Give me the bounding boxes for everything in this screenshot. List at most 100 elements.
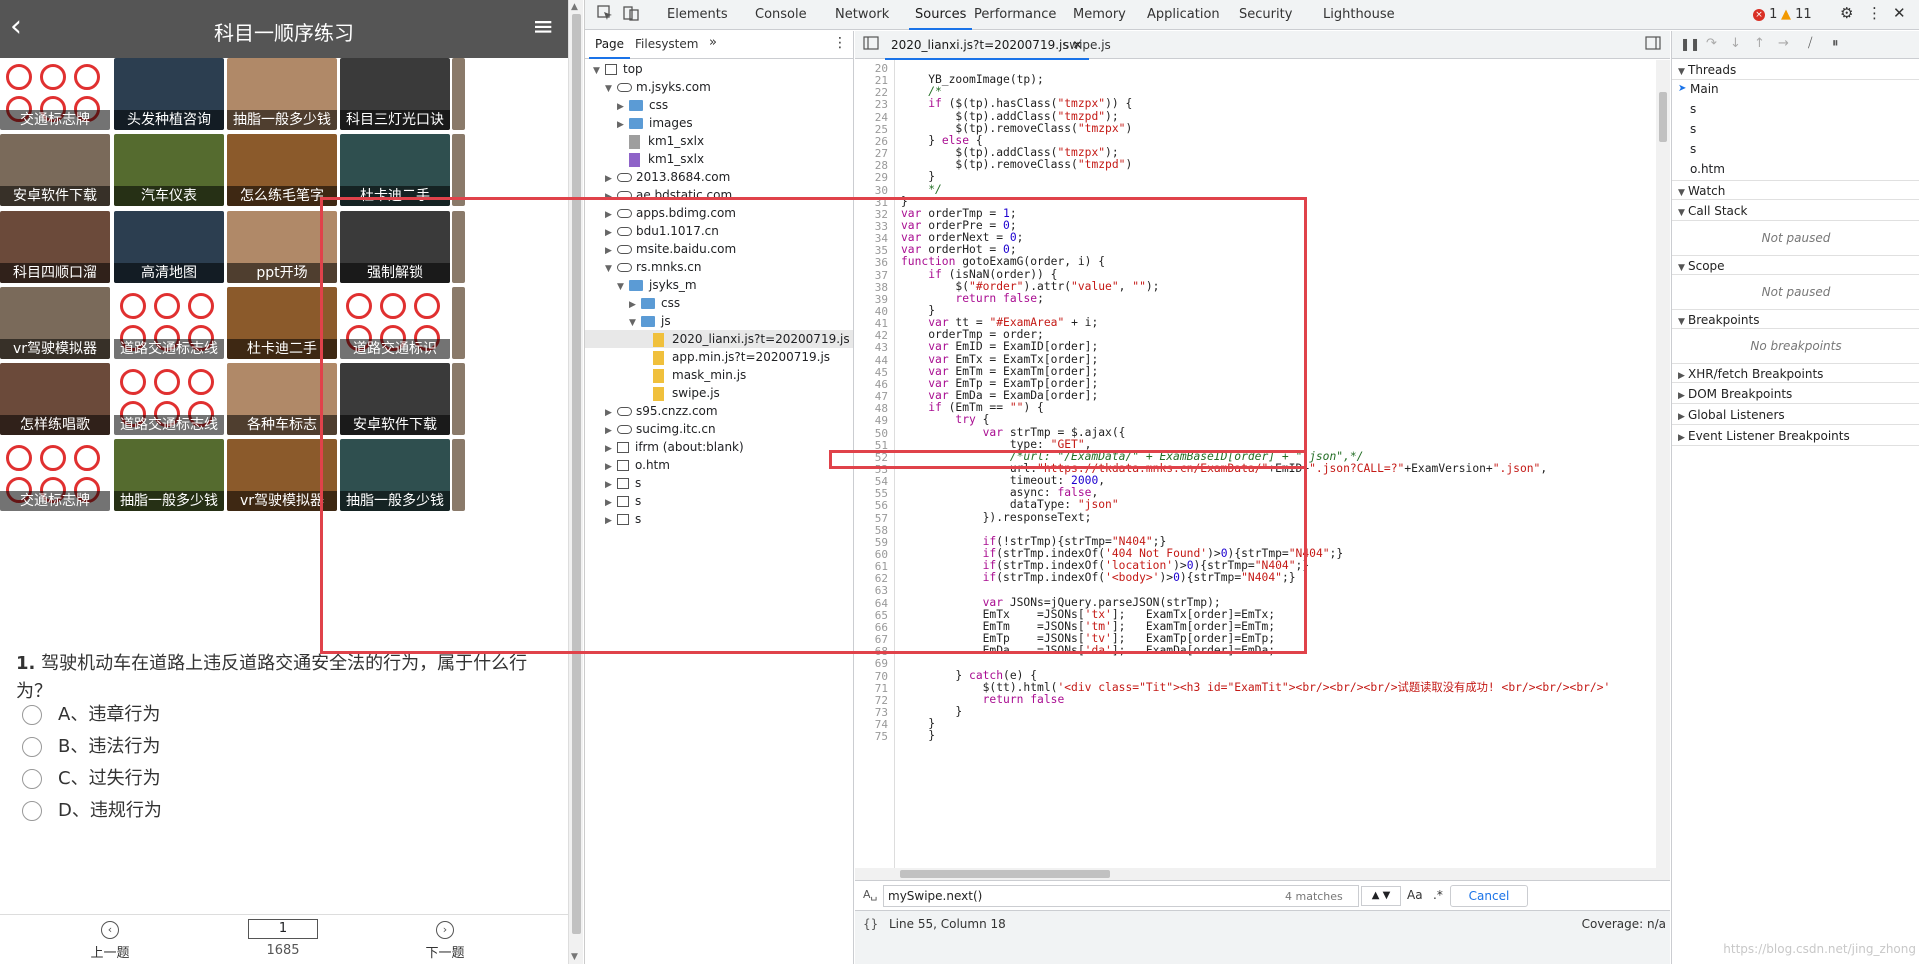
ad-tile[interactable]: vr驾驶模拟器 (227, 439, 337, 511)
line-number[interactable]: 64 (875, 597, 888, 610)
ad-tile[interactable]: 安卓软件下载 (0, 134, 110, 206)
line-number[interactable]: 47 (875, 390, 888, 403)
step-over-icon[interactable]: ↷ (1706, 36, 1717, 51)
line-number[interactable]: 62 (875, 572, 888, 585)
ad-tile[interactable]: 抽脂一般多少钱 (340, 439, 450, 511)
nav-tab-filesystem[interactable]: Filesystem (635, 37, 698, 51)
tree-item[interactable]: km1_sxlx (585, 132, 853, 150)
line-number[interactable]: 66 (875, 621, 888, 634)
tree-item[interactable]: km1_sxlx (585, 150, 853, 168)
global-listeners-header[interactable]: ▶ Global Listeners (1672, 405, 1919, 425)
ad-tile-partial[interactable] (452, 439, 465, 511)
line-number[interactable]: 59 (875, 536, 888, 549)
pause-icon[interactable]: ❚❚ (1680, 37, 1700, 51)
warning-count[interactable]: ▲ 11 (1781, 7, 1812, 22)
cancel-button[interactable]: Cancel (1450, 885, 1528, 907)
line-number[interactable]: 71 (875, 682, 888, 695)
more-vertical-icon[interactable]: ⋮ (1867, 4, 1882, 22)
tree-item[interactable]: ▶ s (585, 474, 853, 492)
ad-tile[interactable]: 安卓软件下载 (340, 363, 450, 435)
regex-button[interactable]: .* (1433, 888, 1443, 902)
thread-item[interactable]: s (1672, 139, 1919, 159)
ad-tile[interactable]: 怎么练毛笔字 (227, 134, 337, 206)
next-button[interactable]: › 下一题 (415, 921, 475, 961)
line-number[interactable]: 72 (875, 694, 888, 707)
ad-tile-partial[interactable] (452, 363, 465, 435)
scope-section-header[interactable]: ▼ Scope (1672, 255, 1919, 275)
tab-network[interactable]: Network (835, 7, 889, 22)
line-number[interactable]: 44 (875, 354, 888, 367)
coverage-status[interactable]: Coverage: n/a (1582, 917, 1666, 931)
thread-item[interactable]: s (1672, 99, 1919, 119)
radio-icon[interactable] (22, 737, 42, 757)
tree-item[interactable]: ▶ css (585, 96, 853, 114)
line-number[interactable]: 68 (875, 645, 888, 658)
caret-right-icon[interactable]: ▶ (605, 512, 617, 530)
line-number[interactable]: 28 (875, 159, 888, 172)
line-number[interactable]: 49 (875, 414, 888, 427)
gear-icon[interactable]: ⚙ (1840, 4, 1853, 22)
line-number[interactable]: 54 (875, 475, 888, 488)
line-number[interactable]: 35 (875, 244, 888, 257)
line-number[interactable]: 40 (875, 305, 888, 318)
line-gutter[interactable]: 20 21 22 23 24 25 26 27 28 29 30 31 32 33 34 35 36 37 38 39… (855, 60, 895, 880)
ad-tile-partial[interactable] (452, 211, 465, 283)
tree-item[interactable]: ▶ s95.cnzz.com (585, 402, 853, 420)
line-number[interactable]: 53 (875, 463, 888, 476)
editor-tab-swipe[interactable]: swipe.js (1063, 38, 1111, 52)
tree-item[interactable]: 2020_lianxi.js?t=20200719.js (585, 330, 853, 348)
line-number[interactable]: 58 (875, 524, 888, 537)
tree-item[interactable]: ▶ msite.baidu.com (585, 240, 853, 258)
search-prev-next[interactable]: ▲ ▼ (1361, 886, 1401, 906)
ad-tile[interactable]: 道路交通标识 (340, 287, 450, 359)
line-number[interactable]: 38 (875, 281, 888, 294)
tab-console[interactable]: Console (755, 7, 807, 22)
callstack-section-header[interactable]: ▼ Call Stack (1672, 201, 1919, 221)
deactivate-breakpoints-icon[interactable]: ⧸ (1808, 36, 1812, 51)
ad-tile[interactable]: 头发种植咨询 (114, 58, 224, 130)
ad-tile[interactable]: ppt开场 (227, 211, 337, 283)
tab-security[interactable]: Security (1239, 7, 1292, 22)
thread-item[interactable]: s (1672, 119, 1919, 139)
step-into-icon[interactable]: ↓ (1730, 36, 1741, 51)
line-number[interactable]: 73 (875, 706, 888, 719)
step-out-icon[interactable]: ↑ (1754, 36, 1765, 51)
tree-item[interactable]: ▶ bdu1.1017.cn (585, 222, 853, 240)
tree-item[interactable]: mask_min.js (585, 366, 853, 384)
tree-item[interactable]: swipe.js (585, 384, 853, 402)
line-number[interactable]: 60 (875, 548, 888, 561)
ad-tile[interactable]: 道路交通标志线 (114, 363, 224, 435)
line-number[interactable]: 43 (875, 341, 888, 354)
line-number[interactable]: 61 (875, 560, 888, 573)
tab-application[interactable]: Application (1147, 7, 1220, 22)
ad-tile[interactable]: 汽车仪表 (114, 134, 224, 206)
line-number[interactable]: 32 (875, 208, 888, 221)
close-icon[interactable]: ✕ (1893, 4, 1906, 22)
option-c[interactable]: C、过失行为 (22, 766, 161, 792)
ad-tile[interactable]: 交通标志牌 (0, 439, 110, 511)
toggle-debugger-icon[interactable] (1645, 36, 1661, 54)
code-view[interactable]: 20 21 22 23 24 25 26 27 28 29 30 31 32 33 34 35 36 37 38 39… (855, 60, 1670, 880)
line-number[interactable]: 20 (875, 62, 888, 75)
editor-horizontal-scrollbar[interactable] (855, 868, 1670, 880)
chevron-down-icon[interactable]: ▼ (1383, 890, 1391, 901)
line-number[interactable]: 29 (875, 171, 888, 184)
line-number[interactable]: 33 (875, 220, 888, 233)
line-number[interactable]: 22 (875, 86, 888, 99)
replace-toggle-icon[interactable]: A␣ (863, 888, 878, 901)
line-number[interactable]: 55 (875, 487, 888, 500)
option-a[interactable]: A、违章行为 (22, 702, 160, 728)
tree-item[interactable]: ▶ 2013.8684.com (585, 168, 853, 186)
line-number[interactable]: 57 (875, 512, 888, 525)
line-number[interactable]: 23 (875, 98, 888, 111)
radio-icon[interactable] (22, 705, 42, 725)
tree-item[interactable]: ▶ ae.bdstatic.com (585, 186, 853, 204)
nav-tab-page[interactable]: Page (588, 37, 631, 59)
ad-tile[interactable]: 抽脂一般多少钱 (114, 439, 224, 511)
tree-item[interactable]: app.min.js?t=20200719.js (585, 348, 853, 366)
tree-item[interactable]: ▶ ifrm (about:blank) (585, 438, 853, 456)
pretty-print-icon[interactable]: {} (863, 917, 878, 931)
line-number[interactable]: 41 (875, 317, 888, 330)
ad-tile[interactable]: 杜卡迪二手 (340, 134, 450, 206)
tree-item[interactable]: ▶ css (585, 294, 853, 312)
